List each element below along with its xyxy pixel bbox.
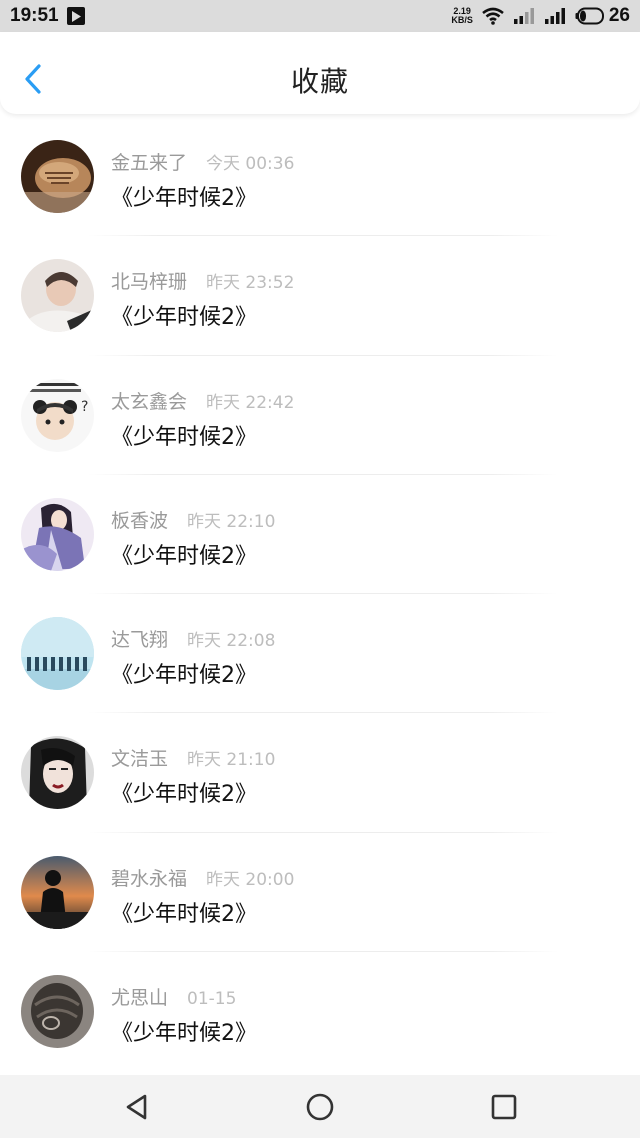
status-time: 19:51 bbox=[10, 5, 59, 26]
timestamp: 昨天 22:08 bbox=[187, 631, 276, 652]
timestamp: 昨天 20:00 bbox=[206, 869, 295, 890]
user-name: 文洁玉 bbox=[111, 748, 169, 771]
item-meta: 达飞翔 昨天 22:08 bbox=[111, 625, 275, 652]
media-play-icon bbox=[66, 7, 85, 25]
nav-recents-button[interactable] bbox=[488, 1091, 520, 1123]
list-item[interactable]: 尤思山 01-15 《少年时候2》 bbox=[0, 952, 640, 1071]
favorite-title: 《少年时候2》 bbox=[111, 424, 257, 450]
item-meta: 尤思山 01-15 bbox=[111, 983, 236, 1010]
list-item[interactable]: 碧水永福 昨天 20:00 《少年时候2》 bbox=[0, 833, 640, 953]
user-name: 达飞翔 bbox=[111, 629, 169, 652]
user-name: 金五来了 bbox=[111, 152, 188, 174]
timestamp: 昨天 23:52 bbox=[206, 273, 295, 294]
timestamp: 昨天 22:10 bbox=[187, 511, 276, 532]
recents-square-icon bbox=[491, 1094, 517, 1120]
status-indicators: 2.19 KB/S 26 bbox=[451, 5, 630, 27]
app-header: 收藏 bbox=[0, 32, 640, 114]
item-meta: 太玄鑫会 昨天 22:42 bbox=[111, 387, 294, 414]
wifi-icon bbox=[482, 7, 504, 25]
avatar[interactable] bbox=[21, 736, 94, 810]
item-meta: 板香波 昨天 22:10 bbox=[111, 506, 275, 533]
page-title: 收藏 bbox=[290, 65, 349, 98]
battery-level: 26 bbox=[608, 5, 630, 26]
timestamp: 昨天 22:42 bbox=[206, 392, 295, 413]
favorite-title: 《少年时候2》 bbox=[111, 543, 257, 569]
favorite-title: 《少年时候2》 bbox=[111, 901, 257, 927]
avatar[interactable]: ? bbox=[21, 378, 94, 452]
back-triangle-icon bbox=[126, 1094, 147, 1120]
timestamp: 昨天 21:10 bbox=[187, 750, 276, 771]
signal-icon bbox=[544, 8, 565, 24]
list-item[interactable]: 北马梓珊 昨天 23:52 《少年时候2》 bbox=[0, 236, 640, 356]
battery: 26 bbox=[575, 5, 630, 27]
item-meta: 文洁玉 昨天 21:10 bbox=[111, 744, 275, 771]
system-nav-bar bbox=[0, 1075, 640, 1138]
nav-home-button[interactable] bbox=[304, 1091, 336, 1123]
item-meta: 碧水永福 昨天 20:00 bbox=[111, 864, 294, 891]
signal-icon bbox=[513, 8, 534, 24]
list-item[interactable]: 金五来了 今天 00:36 《少年时候2》 bbox=[0, 117, 640, 237]
list-item[interactable]: 板香波 昨天 22:10 《少年时候2》 bbox=[0, 475, 640, 595]
home-circle-icon bbox=[306, 1093, 334, 1121]
list-item[interactable]: 文洁玉 昨天 21:10 《少年时候2》 bbox=[0, 713, 640, 833]
favorite-title: 《少年时候2》 bbox=[111, 186, 257, 211]
item-meta: 金五来了 今天 00:36 bbox=[111, 148, 294, 175]
user-name: 北马梓珊 bbox=[111, 271, 188, 294]
favorites-list: 金五来了 今天 00:36 《少年时候2》 北马梓珊 昨天 23:52 《少年时… bbox=[0, 117, 640, 1071]
favorite-title: 《少年时候2》 bbox=[111, 305, 257, 331]
timestamp: 01-15 bbox=[187, 989, 237, 1010]
nav-back-button[interactable] bbox=[121, 1091, 153, 1123]
user-name: 尤思山 bbox=[111, 987, 169, 1010]
timestamp: 今天 00:36 bbox=[206, 154, 295, 174]
user-name: 板香波 bbox=[111, 509, 169, 532]
list-item[interactable]: 达飞翔 昨天 22:08 《少年时候2》 bbox=[0, 594, 640, 714]
avatar[interactable] bbox=[21, 617, 94, 691]
status-bar: 19:51 2.19 KB/S 26 bbox=[0, 0, 640, 32]
list-item[interactable]: ? 太玄鑫会 昨天 22:42 《少年时候2》 bbox=[0, 356, 640, 475]
avatar[interactable] bbox=[21, 497, 94, 571]
user-name: 碧水永福 bbox=[111, 867, 188, 890]
favorite-title: 《少年时候2》 bbox=[111, 1021, 257, 1047]
battery-icon bbox=[575, 7, 604, 25]
item-meta: 北马梓珊 昨天 23:52 bbox=[111, 267, 294, 294]
svg-text:?: ? bbox=[81, 399, 88, 415]
avatar[interactable] bbox=[21, 975, 94, 1049]
avatar[interactable] bbox=[21, 140, 94, 213]
favorite-title: 《少年时候2》 bbox=[111, 663, 257, 689]
network-speed: 2.19 KB/S bbox=[451, 7, 473, 25]
avatar[interactable] bbox=[21, 855, 94, 929]
user-name: 太玄鑫会 bbox=[111, 390, 188, 413]
avatar[interactable] bbox=[21, 259, 94, 333]
favorite-title: 《少年时候2》 bbox=[111, 782, 257, 808]
network-speed-unit: KB/S bbox=[451, 15, 473, 25]
